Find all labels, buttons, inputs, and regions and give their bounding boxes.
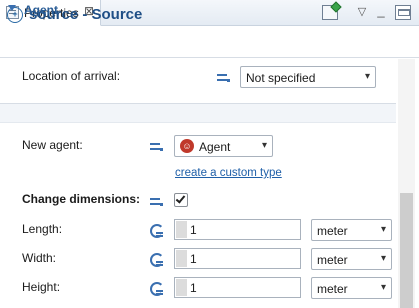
static-value-icon[interactable] <box>150 197 163 207</box>
new-agent-dropdown[interactable]: ☺ Agent ▾ <box>174 135 273 157</box>
width-label: Width: <box>22 251 57 265</box>
change-dimensions-checkbox[interactable] <box>174 193 188 207</box>
location-of-arrival-label: Location of arrival: <box>22 69 121 83</box>
height-label: Height: <box>22 280 61 294</box>
dynamic-value-icon[interactable] <box>148 222 164 238</box>
chevron-down-icon: ▾ <box>261 140 267 151</box>
height-input[interactable]: 1 <box>174 277 301 298</box>
location-of-arrival-dropdown[interactable]: Not specified ▾ <box>240 66 376 88</box>
field-grip <box>176 279 187 296</box>
length-unit: meter <box>317 224 348 238</box>
view-menu-icon[interactable]: ▽ <box>354 5 370 20</box>
width-unit-dropdown[interactable]: meter ▾ <box>311 248 392 270</box>
chevron-down-icon: ▾ <box>364 71 370 82</box>
agent-icon: ☺ <box>180 139 194 153</box>
scrollbar-thumb[interactable] <box>400 193 413 308</box>
width-input[interactable]: 1 <box>174 248 301 269</box>
location-of-arrival-value: Not specified <box>246 71 316 85</box>
field-grip <box>176 250 187 267</box>
chevron-down-icon: ▾ <box>380 282 386 293</box>
collapse-arrow-icon[interactable] <box>8 5 16 11</box>
height-unit: meter <box>317 282 348 296</box>
new-window-icon[interactable] <box>322 5 338 20</box>
maximize-icon[interactable] <box>395 5 411 20</box>
field-grip <box>176 221 187 238</box>
length-value: 1 <box>190 223 197 237</box>
length-label: Length: <box>22 222 63 236</box>
static-value-icon[interactable] <box>217 73 230 83</box>
change-dimensions-label: Change dimensions: <box>22 192 141 206</box>
static-value-icon[interactable] <box>150 142 163 152</box>
agent-section-header[interactable] <box>0 103 396 123</box>
dynamic-value-icon[interactable] <box>148 251 164 267</box>
chevron-down-icon: ▾ <box>380 224 386 235</box>
width-value: 1 <box>190 252 197 266</box>
dynamic-value-icon[interactable] <box>148 280 164 296</box>
width-unit: meter <box>317 253 348 267</box>
properties-title-bar <box>0 27 419 58</box>
length-input[interactable]: 1 <box>174 219 301 240</box>
height-value: 1 <box>190 281 197 295</box>
length-unit-dropdown[interactable]: meter ▾ <box>311 219 392 241</box>
new-agent-label: New agent: <box>22 138 83 152</box>
agent-section-title: Agent <box>24 3 58 17</box>
chevron-down-icon: ▾ <box>380 253 386 264</box>
height-unit-dropdown[interactable]: meter ▾ <box>311 277 392 299</box>
minimize-icon[interactable]: _ <box>373 4 389 20</box>
create-custom-type-link[interactable]: create a custom type <box>175 167 282 179</box>
checkmark-icon <box>175 193 186 204</box>
new-agent-value: Agent <box>199 140 231 154</box>
